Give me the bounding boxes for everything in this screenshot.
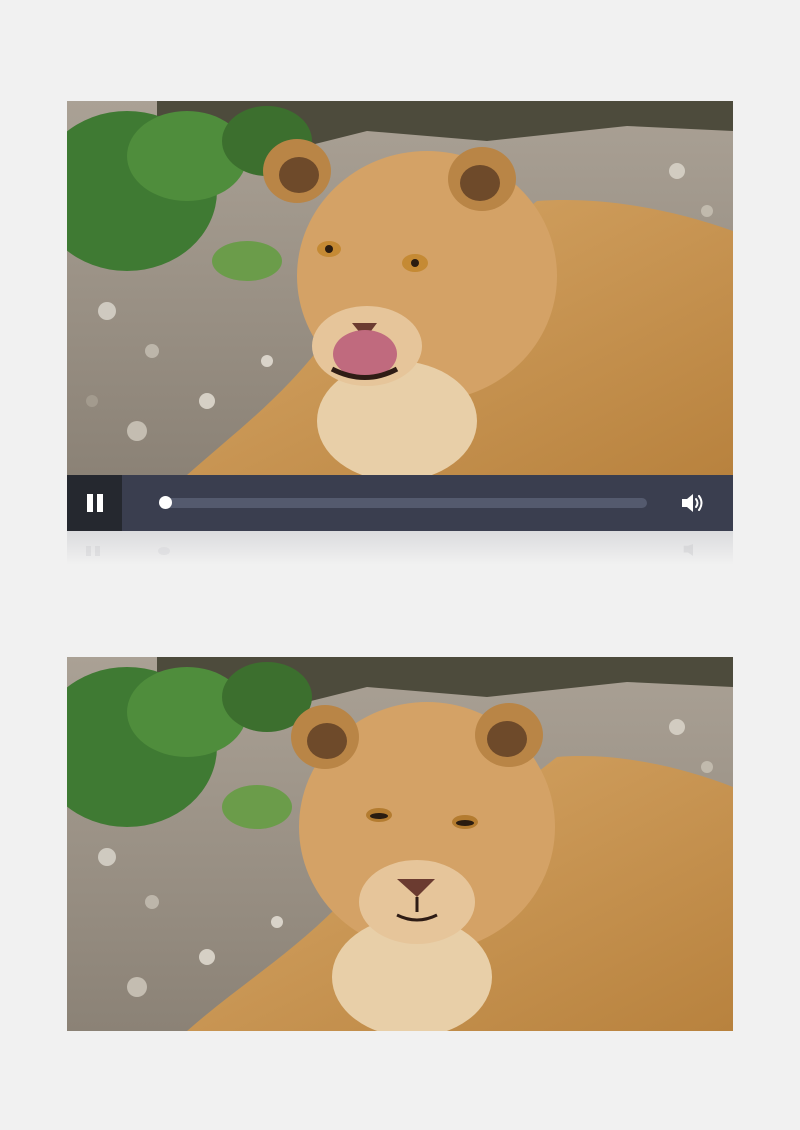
speaker-icon: [682, 494, 703, 512]
pause-icon: [86, 494, 104, 512]
video-frame-bottom[interactable]: [67, 657, 733, 1031]
progress-track[interactable]: [159, 496, 647, 509]
knob-reflection: [158, 547, 170, 555]
volume-button[interactable]: [680, 491, 706, 515]
pause-icon-reflection: [86, 546, 102, 556]
video-control-bar: [67, 475, 733, 531]
progress-knob[interactable]: [159, 496, 172, 509]
pause-button[interactable]: [67, 475, 122, 531]
speaker-icon-reflection: [683, 544, 693, 556]
video-frame-top[interactable]: [67, 101, 733, 475]
control-bar-reflection: [67, 531, 733, 565]
video-image-lioness-licking: [67, 101, 733, 475]
video-image-lioness-resting: [67, 657, 733, 1031]
